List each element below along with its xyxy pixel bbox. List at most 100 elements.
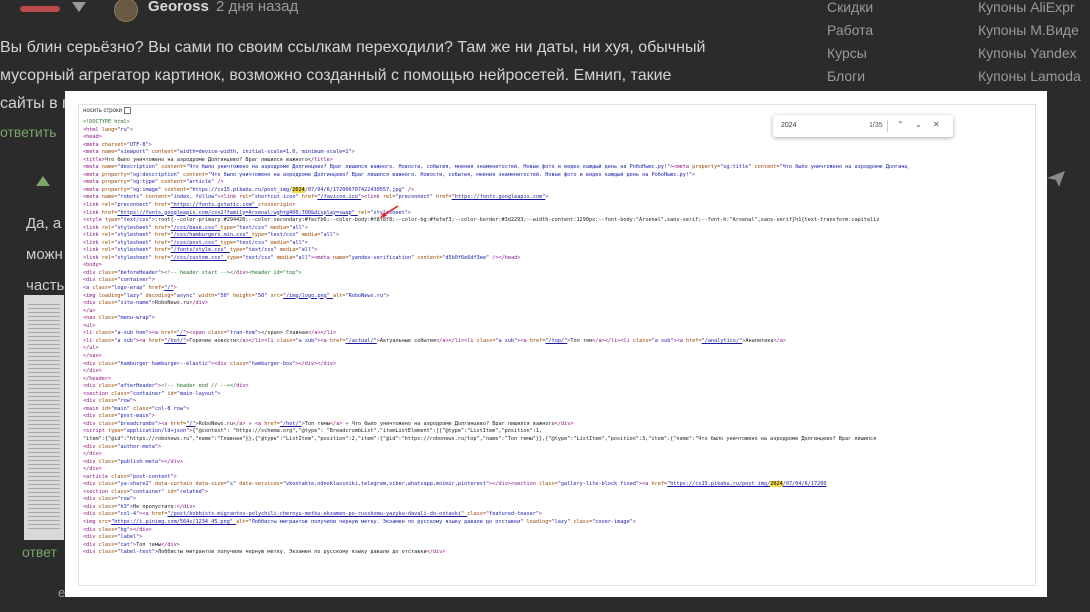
source-token: class= <box>229 360 249 367</box>
source-link[interactable]: "/css/post.css" <box>170 240 220 246</box>
source-token: </a> <box>773 337 786 344</box>
source-line: <div class="hamburger hamburger--elastic… <box>83 361 1033 369</box>
avatar[interactable] <box>114 0 138 22</box>
source-link[interactable]: "https://fonts.gstatic.com" <box>170 202 257 208</box>
source-token: <div <box>83 503 99 510</box>
source-token: "a sub" <box>295 337 318 344</box>
source-token: "RoboNews.ru" <box>345 292 387 299</box>
screenshot-lightbox[interactable]: носить строки 2024 1/35 ⌃ ⌄ ✕ <!DOCTYPE … <box>65 91 1047 597</box>
source-token: width= <box>198 292 218 299</box>
source-token: class= <box>276 337 296 344</box>
source-token: "og:image" <box>129 186 165 193</box>
source-link[interactable]: "/post/kobbists-migrantov-polychili-cher… <box>167 511 467 517</box>
source-token: "col-4" <box>117 511 140 518</box>
source-token: class= <box>98 511 118 518</box>
source-token: "row" <box>117 496 133 503</box>
source-token: ></div><section <box>489 481 540 488</box>
share-icon[interactable] <box>1046 170 1066 188</box>
source-line: "item":{"@id":"https://robonews.ru","nam… <box>83 436 1033 444</box>
source-token: <section <box>83 488 112 495</box>
comment-image-thumbnail[interactable] <box>24 295 64 540</box>
upvote-icon[interactable] <box>36 176 50 186</box>
source-token: "site-name" <box>117 300 152 307</box>
wrap-lines-checkbox[interactable] <box>123 107 131 114</box>
source-token: "stylesheet" <box>114 254 155 261</box>
source-token: content= <box>161 179 187 186</box>
source-link[interactable]: "/favicon.ico" <box>317 194 361 200</box>
source-token: "beforeHeader" <box>117 269 162 276</box>
source-line: <body> <box>83 262 1033 270</box>
source-token: <li <box>83 330 96 337</box>
side-menu-item[interactable]: Блоги <box>827 65 873 88</box>
source-token: ></div></div> <box>295 360 337 367</box>
source-token: /07/04/6/172006707422430557.jpg" <box>304 186 408 193</box>
source-link[interactable]: "https://fonts.googleapis.com" <box>452 194 546 200</box>
source-link[interactable]: /07/04/6/17200 <box>783 481 827 487</box>
reply-link[interactable]: ответ <box>22 544 57 560</box>
downvote-icon[interactable] <box>72 2 86 12</box>
source-token: class= <box>111 473 130 480</box>
source-token: <link <box>83 202 102 209</box>
source-token: </div> <box>83 466 102 473</box>
source-token: ><span <box>186 330 208 337</box>
source-link[interactable]: "/hot/" <box>164 338 186 344</box>
source-link[interactable]: "/" <box>177 330 186 336</box>
wrap-lines-toggle[interactable]: носить строки <box>83 107 131 114</box>
source-token: "all" <box>320 232 337 239</box>
source-link[interactable]: "https://fonts.googleapis.com/css2?famil… <box>117 210 357 216</box>
source-link[interactable]: "/fonts/style.css" <box>170 247 229 253</box>
source-token: title> <box>314 156 333 163</box>
source-token: <link <box>83 254 102 261</box>
source-token: <meta <box>83 186 102 193</box>
source-line: <li class="a-sub hom"><a href="/"><span … <box>83 330 1033 338</box>
comment-author[interactable]: Geoross <box>148 0 209 15</box>
source-token: type= <box>220 224 237 231</box>
coupon-link[interactable]: Купоны М.Виде <box>978 19 1081 42</box>
source-link[interactable]: "/" <box>164 285 173 291</box>
source-link[interactable]: "/css/hamburgers.min.css" <box>170 232 251 238</box>
source-token: </ul> <box>83 345 99 352</box>
source-token: "label" <box>117 534 140 541</box>
source-token: > <box>173 285 177 292</box>
source-token: alt= <box>332 292 346 299</box>
source-link[interactable]: "/css/custom.css" <box>170 255 226 261</box>
source-token: ><div <box>211 360 230 367</box>
source-link[interactable]: "/css/base.css" <box>170 225 220 231</box>
source-token: > <box>151 277 155 284</box>
source-token: class= <box>539 481 558 488</box>
source-token: <main <box>83 405 102 412</box>
reply-link[interactable]: ответить <box>0 124 56 140</box>
source-token: content= <box>182 171 208 178</box>
source-link[interactable]: "/analytics/" <box>702 338 743 344</box>
source-token: "bg" <box>117 526 130 533</box>
source-token: <link <box>83 209 102 216</box>
source-link[interactable]: "https://cs15.pikabu.ru/post_img/ <box>667 481 770 487</box>
side-menu-item[interactable]: Работа <box>827 19 873 42</box>
source-token: <meta <box>83 171 102 178</box>
source-token: <div <box>83 443 99 450</box>
source-token: <div <box>83 526 99 533</box>
source-link[interactable]: "/top/" <box>545 338 567 344</box>
source-token: "all" <box>295 254 312 261</box>
source-token: </div> <box>83 368 102 375</box>
source-line: <div class="row"> <box>83 496 1033 504</box>
coupon-link[interactable]: Купоны Lamoda <box>978 65 1081 88</box>
source-link[interactable]: "https://i.pinimg.com/564x/1234_45.png" <box>111 519 236 525</box>
source-token: /></head> <box>489 254 521 261</box>
source-token: <div <box>83 269 99 276</box>
search-highlight: 2024 <box>292 186 305 193</box>
coupon-link[interactable]: Купоны Yandex <box>978 42 1081 65</box>
source-token: "text/css" <box>236 224 271 231</box>
side-menu-item[interactable]: Курсы <box>827 42 873 65</box>
source-token: ><a <box>517 337 530 344</box>
source-token: class= <box>98 541 118 548</box>
source-link[interactable]: "/hot/" <box>280 421 302 427</box>
source-link[interactable]: "/actual/" <box>345 338 376 344</box>
source-line: </div> <box>83 368 1033 376</box>
source-link[interactable]: "/img/logo.png" <box>283 293 333 299</box>
source-token: <style <box>83 217 105 224</box>
side-menu-item[interactable]: Скидки <box>827 0 873 19</box>
source-token: class= <box>476 337 496 344</box>
source-token: name= <box>332 254 349 261</box>
coupon-link[interactable]: Купоны AliExpr <box>978 0 1081 19</box>
